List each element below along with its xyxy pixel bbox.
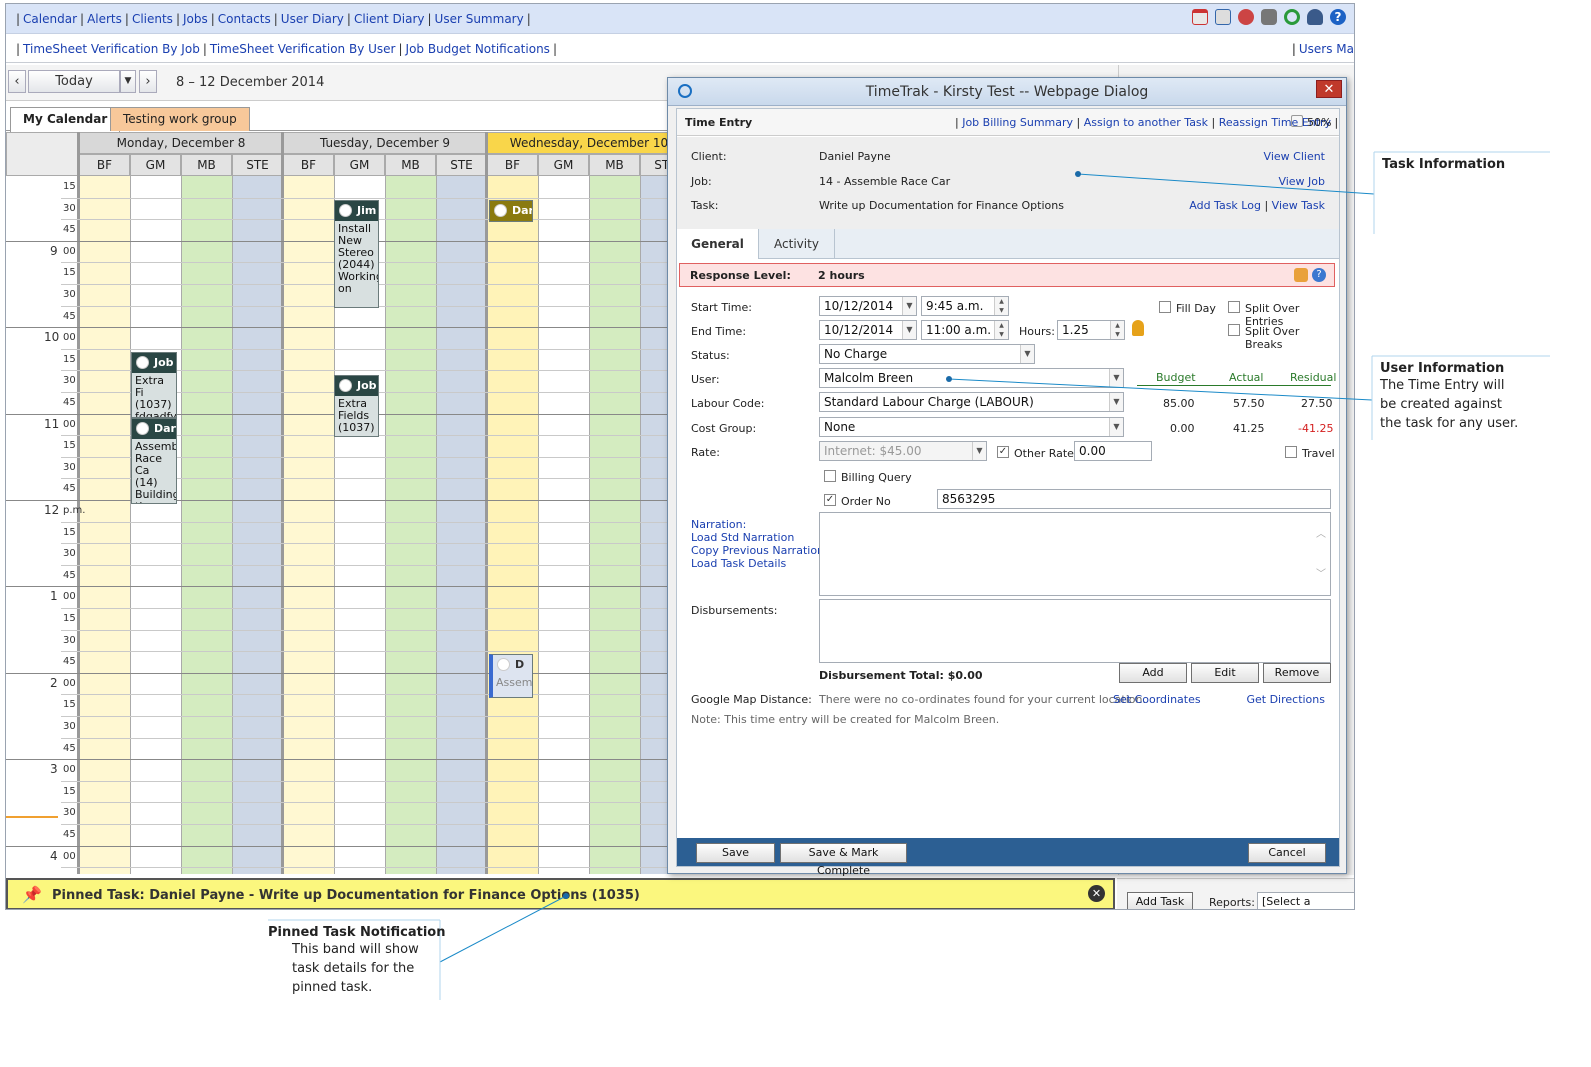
pinned-callout-line-3: pinned task. <box>292 980 373 995</box>
user-info-callout: User Information The Time Entry will be … <box>1380 361 1518 433</box>
user-info-callout-title: User Information <box>1380 361 1505 376</box>
callout-lines <box>268 151 1550 1000</box>
pinned-callout-line-1: This band will show <box>292 942 419 957</box>
pinned-callout-line-2: task details for the <box>292 961 415 976</box>
user-info-line-3: the task for any user. <box>1380 416 1519 431</box>
user-info-line-2: be created against <box>1380 397 1502 412</box>
pinned-callout: Pinned Task Notification This band will … <box>268 925 445 997</box>
user-info-line-1: The Time Entry will <box>1380 378 1505 393</box>
task-info-callout-title: Task Information <box>1382 157 1506 172</box>
task-info-callout: Task Information <box>1382 157 1505 172</box>
pinned-callout-title: Pinned Task Notification <box>268 925 446 940</box>
